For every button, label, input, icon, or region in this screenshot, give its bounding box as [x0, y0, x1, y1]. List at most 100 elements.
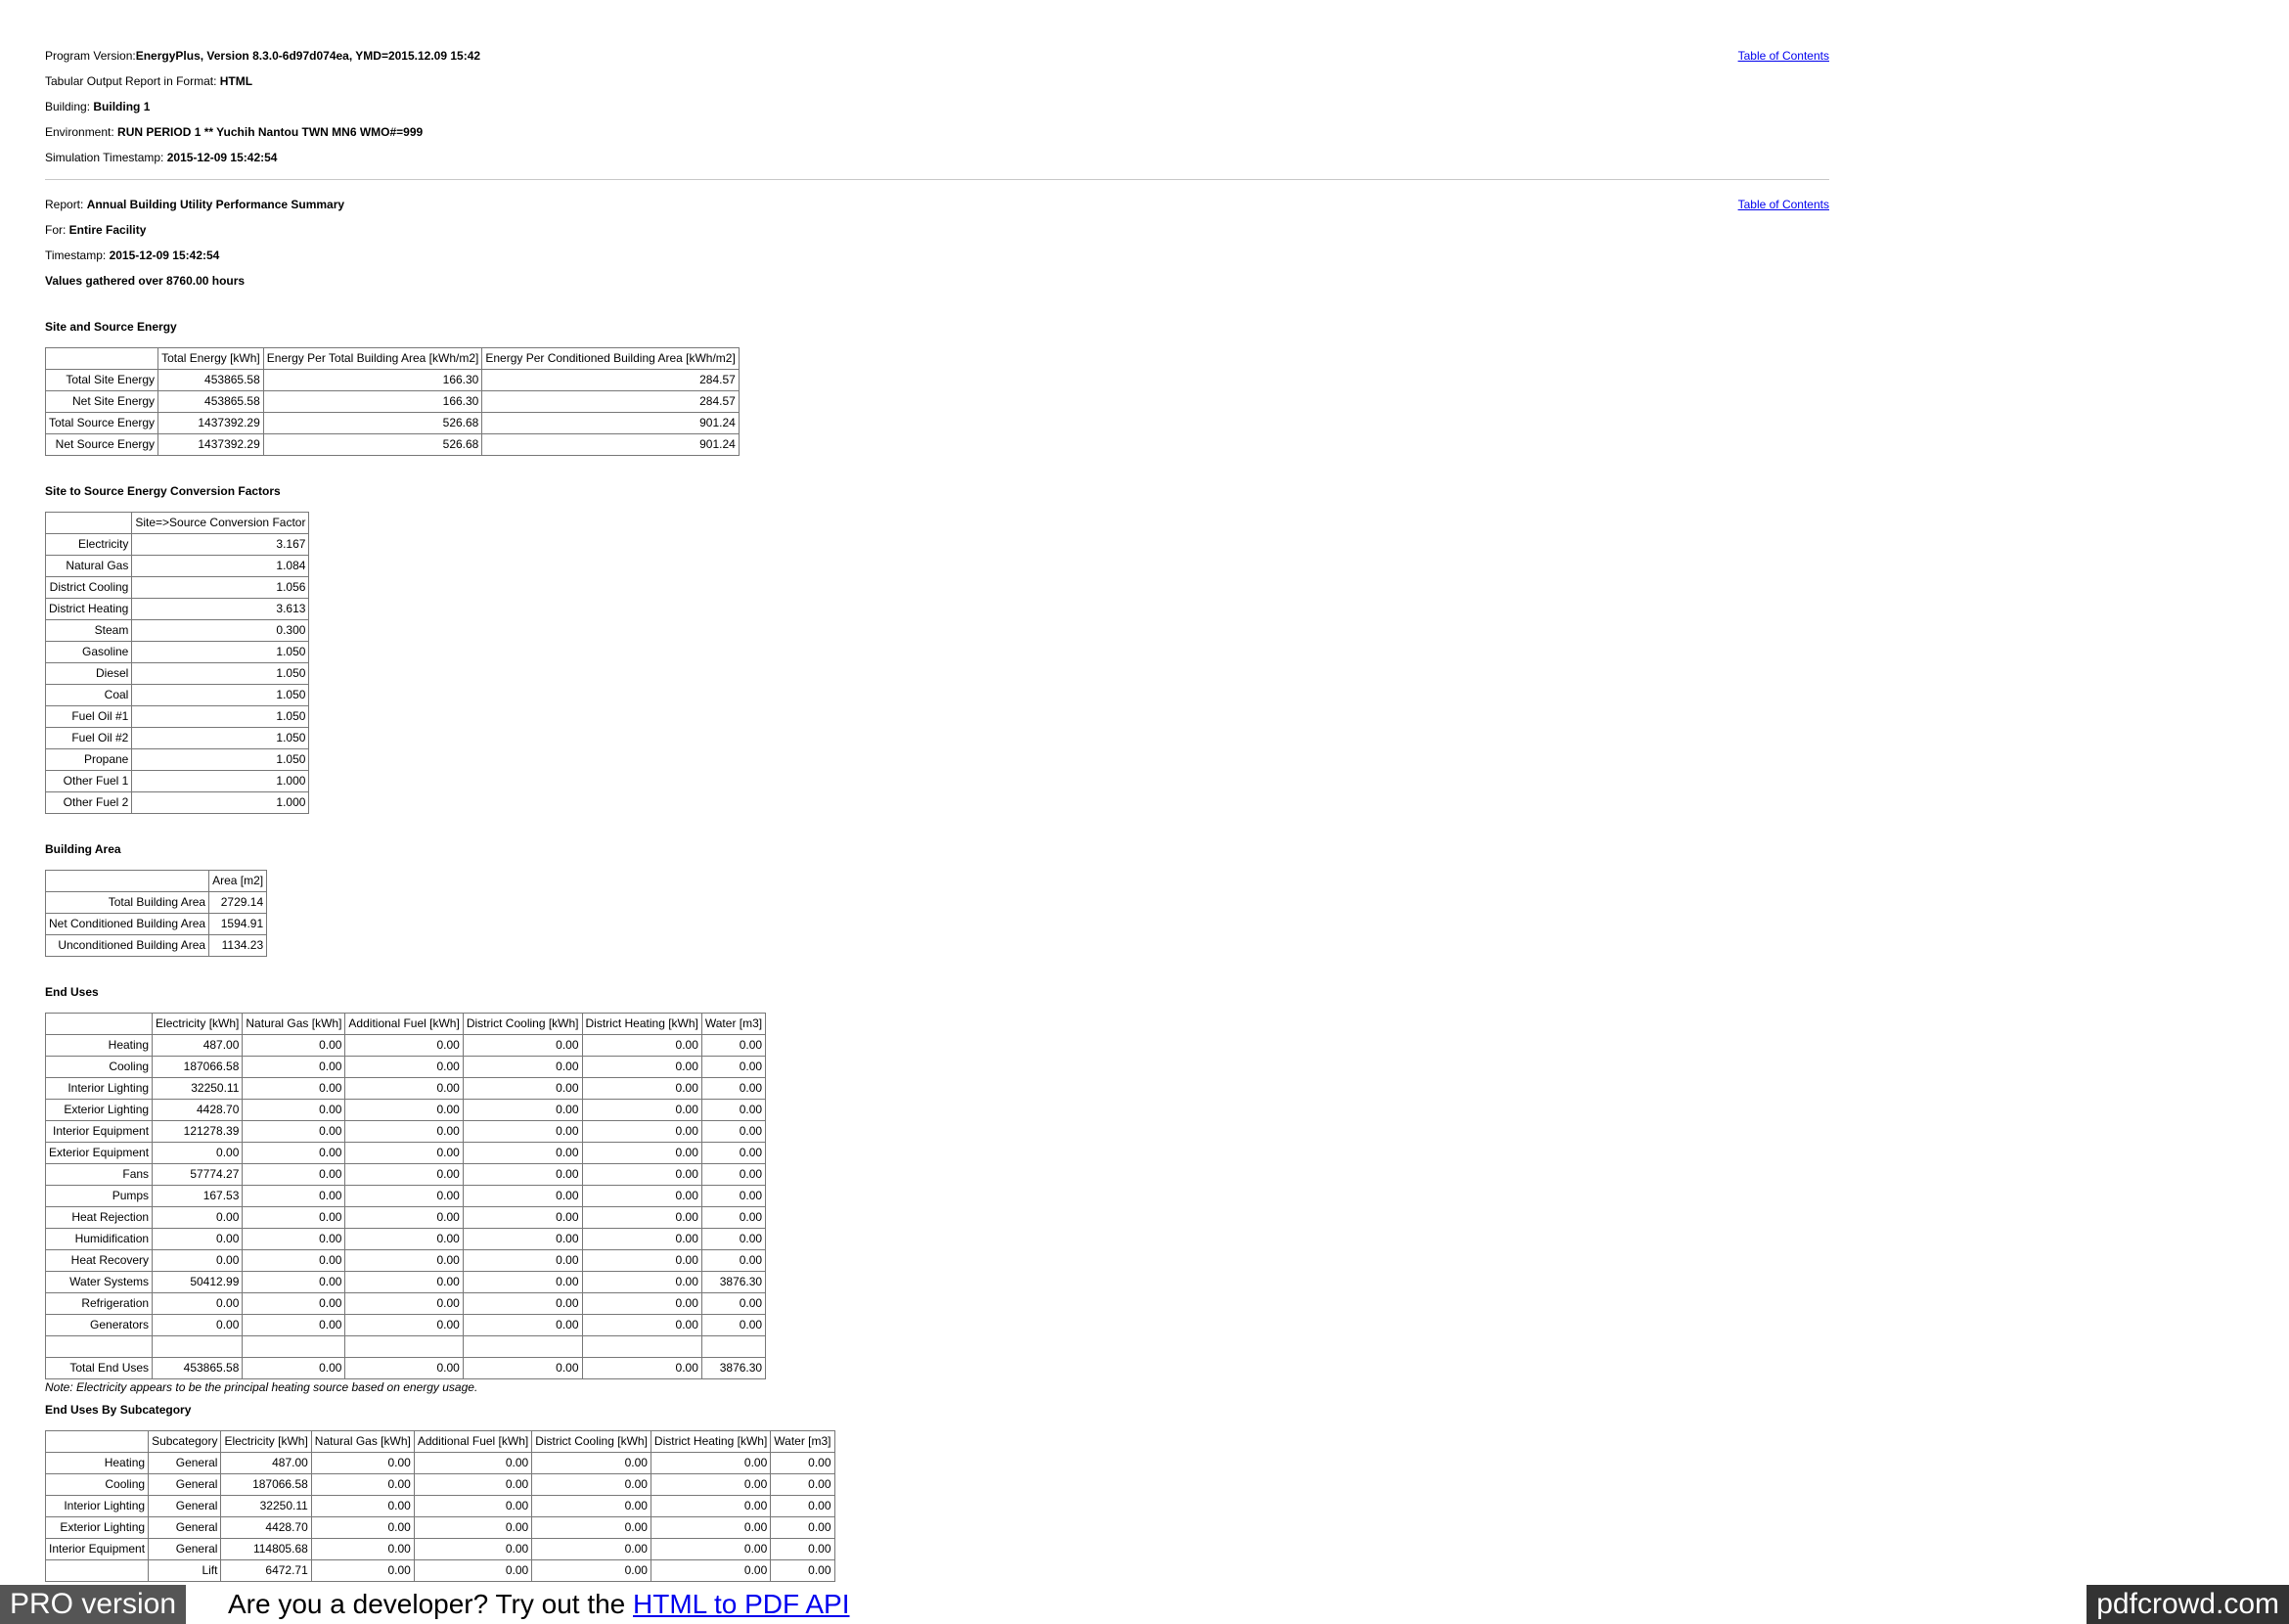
- table-cell: 1.050: [132, 642, 310, 663]
- row-label: Fans: [46, 1164, 154, 1186]
- row-label: Interior Lighting: [46, 1078, 154, 1100]
- table-cell: 0.00: [414, 1539, 533, 1560]
- table-cell: 0.300: [132, 620, 310, 642]
- row-label: Heating: [46, 1453, 150, 1474]
- table-of-contents-link-2[interactable]: Table of Contents: [1738, 192, 1829, 217]
- simulation-timestamp-line: Simulation Timestamp: 2015-12-09 15:42:5…: [45, 145, 1829, 170]
- table-cell: 0.00: [345, 1250, 464, 1272]
- table-row: Heating General 487.00 0.00 0.00 0.00 0.00 0.00: [46, 1453, 835, 1474]
- building-area-title: Building Area: [45, 842, 121, 856]
- table-cell: 0.00: [345, 1358, 464, 1379]
- table-cell: 32250.11: [221, 1496, 312, 1517]
- column-header: District Heating [kWh]: [582, 1014, 702, 1035]
- table-cell: 0.00: [582, 1078, 702, 1100]
- table-cell: General: [149, 1474, 222, 1496]
- table-cell: Lift: [149, 1560, 222, 1582]
- end-uses-table: Electricity [kWh] Natural Gas [kWh] Additi…: [45, 1013, 767, 1379]
- table-row: Diesel 1.050: [46, 663, 310, 685]
- table-cell: 1.056: [132, 577, 310, 599]
- table-cell: 0.00: [243, 1186, 346, 1207]
- table-row: Cooling 187066.58 0.00 0.00 0.00 0.00 0.00: [46, 1057, 767, 1078]
- table-cell: 0.00: [345, 1164, 464, 1186]
- environment-value: RUN PERIOD 1 ** Yuchih Nantou TWN MN6 WM…: [117, 125, 424, 139]
- table-cell: 1.000: [132, 792, 310, 814]
- table-cell: 1.050: [132, 663, 310, 685]
- table-cell: 0.00: [701, 1186, 767, 1207]
- table-cell: 187066.58: [153, 1057, 244, 1078]
- pdfcrowd-brand[interactable]: pdfcrowd.com: [2087, 1585, 2289, 1624]
- program-version-line: Program Version:EnergyPlus, Version 8.3.…: [45, 43, 1829, 68]
- row-label: Steam: [46, 620, 133, 642]
- table-cell: 0.00: [311, 1517, 415, 1539]
- table-cell: 0.00: [532, 1453, 651, 1474]
- row-label: Cooling: [46, 1474, 150, 1496]
- row-label: Interior Equipment: [46, 1539, 150, 1560]
- format-line: Tabular Output Report in Format: HTML: [45, 68, 1829, 94]
- table-cell: 114805.68: [221, 1539, 312, 1560]
- row-label: Other Fuel 1: [46, 771, 133, 792]
- table-cell: 0.00: [345, 1121, 464, 1143]
- table-cell: 0.00: [243, 1293, 346, 1315]
- table-row: Cooling General 187066.58 0.00 0.00 0.00 0.00 0…: [46, 1474, 835, 1496]
- building-label: Building:: [45, 100, 94, 113]
- column-header: Area [m2]: [209, 871, 268, 892]
- row-label: [46, 1560, 150, 1582]
- table-cell: 0.00: [153, 1207, 244, 1229]
- table-cell: 0.00: [701, 1315, 767, 1336]
- table-cell: 0.00: [701, 1121, 767, 1143]
- row-label: Pumps: [46, 1186, 154, 1207]
- table-row: Refrigeration 0.00 0.00 0.00 0.00 0.00 0.00: [46, 1293, 767, 1315]
- table-row: Interior Equipment General 114805.68 0.00 0.…: [46, 1539, 835, 1560]
- table-cell: 0.00: [771, 1453, 835, 1474]
- table-cell: 0.00: [582, 1293, 702, 1315]
- table-cell: 0.00: [345, 1293, 464, 1315]
- table-cell: 4428.70: [221, 1517, 312, 1539]
- table-cell: 1.050: [132, 685, 310, 706]
- table-cell: 0.00: [582, 1250, 702, 1272]
- table-cell: 0.00: [463, 1057, 583, 1078]
- report-name-line: Report: Annual Building Utility Performa…: [45, 192, 1829, 217]
- row-label: Other Fuel 2: [46, 792, 133, 814]
- row-label: Fuel Oil #1: [46, 706, 133, 728]
- column-header: Natural Gas [kWh]: [243, 1014, 346, 1035]
- table-cell: 0.00: [651, 1539, 772, 1560]
- column-header: [46, 871, 210, 892]
- table-row: Electricity 3.167: [46, 534, 310, 556]
- table-cell: 0.00: [463, 1100, 583, 1121]
- table-cell: 166.30: [263, 370, 483, 391]
- table-row: Total Building Area 2729.14: [46, 892, 268, 914]
- building-area-table: Area [m2] Total Building Area 2729.14 Net C…: [45, 870, 268, 957]
- table-cell: 0.00: [345, 1229, 464, 1250]
- column-header: Subcategory: [149, 1431, 222, 1453]
- table-row: Interior Lighting General 32250.11 0.00 0.00…: [46, 1496, 835, 1517]
- table-cell: 0.00: [345, 1035, 464, 1057]
- report-value: Annual Building Utility Performance Summ…: [86, 198, 345, 211]
- table-cell: 0.00: [701, 1229, 767, 1250]
- column-header: Electricity [kWh]: [153, 1014, 244, 1035]
- table-of-contents-link[interactable]: Table of Contents: [1738, 43, 1829, 68]
- table-cell: 167.53: [153, 1186, 244, 1207]
- table-cell: 1134.23: [209, 935, 268, 957]
- table-cell: 901.24: [482, 413, 740, 434]
- html-to-pdf-api-link[interactable]: HTML to PDF API: [633, 1589, 849, 1619]
- row-label: District Heating: [46, 599, 133, 620]
- table-cell: 0.00: [243, 1078, 346, 1100]
- table-cell: 0.00: [582, 1100, 702, 1121]
- developer-promo: Are you a developer? Try out the HTML to…: [228, 1585, 850, 1624]
- table-cell: 0.00: [153, 1229, 244, 1250]
- table-cell: 487.00: [221, 1453, 312, 1474]
- table-cell: 3876.30: [701, 1272, 767, 1293]
- column-header: Site=>Source Conversion Factor: [132, 513, 310, 534]
- table-cell: 0.00: [243, 1250, 346, 1272]
- table-row: Interior Equipment 121278.39 0.00 0.00 0.00 0…: [46, 1121, 767, 1143]
- pro-version-badge[interactable]: PRO version: [0, 1585, 187, 1624]
- table-cell: 0.00: [701, 1207, 767, 1229]
- table-cell: 0.00: [771, 1560, 835, 1582]
- table-cell: 0.00: [243, 1143, 346, 1164]
- table-cell: 0.00: [582, 1272, 702, 1293]
- table-row: Heat Rejection 0.00 0.00 0.00 0.00 0.00 0.00: [46, 1207, 767, 1229]
- column-header: Electricity [kWh]: [221, 1431, 312, 1453]
- column-header: [46, 1014, 154, 1035]
- for-line: For: Entire Facility: [45, 217, 1829, 243]
- table-row: Generators 0.00 0.00 0.00 0.00 0.00 0.00: [46, 1315, 767, 1336]
